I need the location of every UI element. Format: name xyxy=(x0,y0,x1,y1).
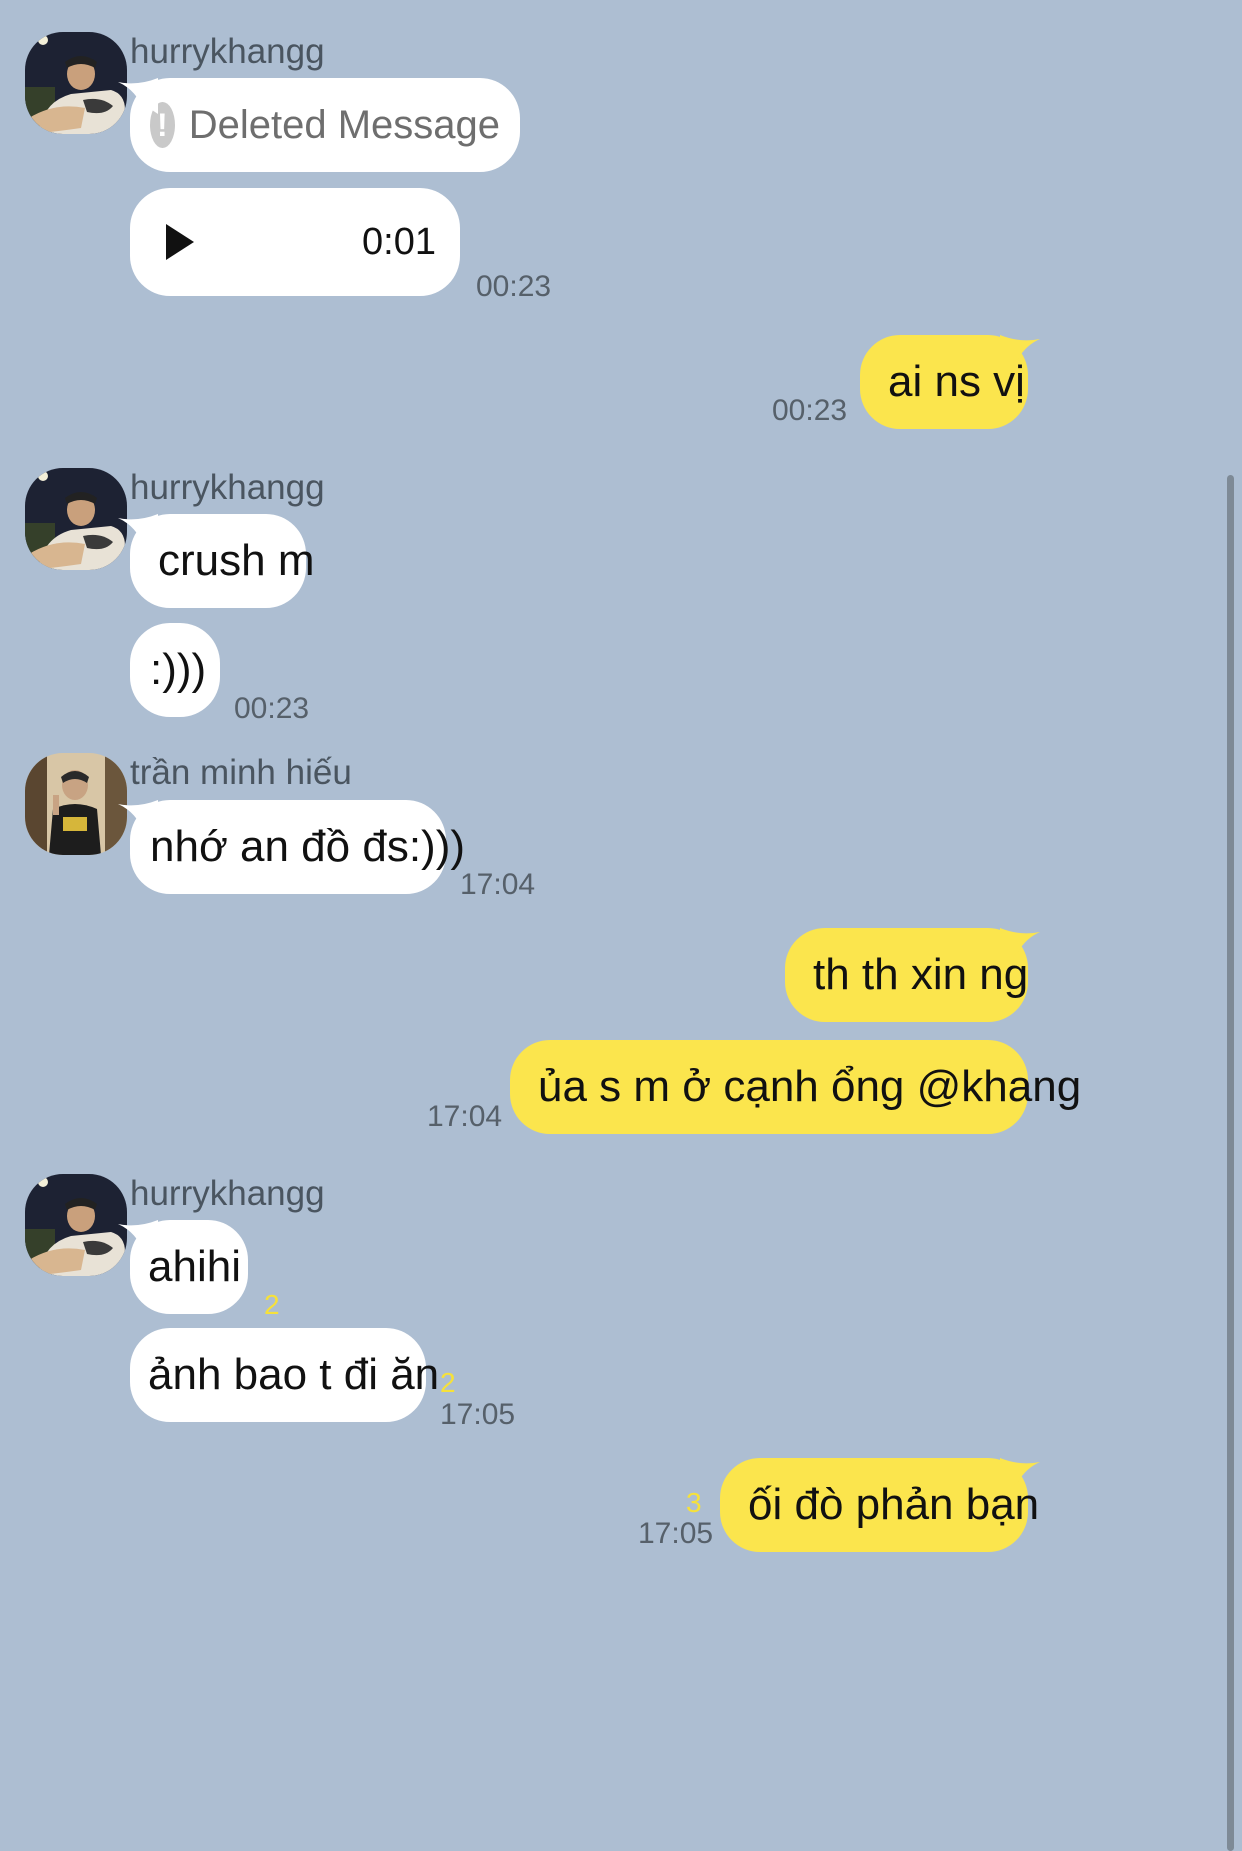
incoming-message-bubble[interactable]: crush m xyxy=(130,514,314,608)
bubble-tail xyxy=(1000,335,1040,371)
avatar[interactable] xyxy=(25,1174,127,1276)
message-time: 00:23 xyxy=(772,394,848,427)
hurrykhangg-avatar xyxy=(25,1174,127,1276)
sender-name: hurrykhangg xyxy=(130,468,325,507)
incoming-message-bubble[interactable]: nhớ an đồ đs:))) xyxy=(130,800,465,894)
bubble-tail xyxy=(118,800,158,836)
incoming-message-bubble[interactable]: ahihi xyxy=(130,1220,248,1314)
message-time: 17:04 xyxy=(427,1100,503,1133)
message-time: 00:23 xyxy=(476,270,552,303)
incoming-message-bubble[interactable]: :))) xyxy=(130,623,220,717)
voice-duration: 0:01 xyxy=(362,221,436,263)
bubble-tail xyxy=(1000,1458,1040,1494)
bubble-tail xyxy=(1000,928,1040,964)
avatar[interactable] xyxy=(25,468,127,570)
avatar[interactable] xyxy=(25,32,127,134)
play-icon[interactable] xyxy=(166,224,194,260)
outgoing-message-bubble[interactable]: ối đò phản bạn xyxy=(720,1458,1028,1552)
unread-count: 2 xyxy=(264,1289,280,1320)
message-text: crush m xyxy=(158,536,315,585)
message-text: ảnh bao t đi ăn xyxy=(148,1350,440,1399)
hurrykhangg-avatar xyxy=(25,32,127,134)
bubble-tail xyxy=(118,514,158,550)
message-text: ối đò phản bạn xyxy=(748,1480,1040,1529)
unread-count: 3 xyxy=(686,1487,702,1518)
message-text: nhớ an đồ đs:))) xyxy=(150,822,466,871)
voice-message-bubble[interactable]: 0:01 xyxy=(130,188,460,296)
message-text: ủa s m ở cạnh ổng @khang xyxy=(538,1062,1082,1111)
outgoing-message-bubble[interactable]: ủa s m ở cạnh ổng @khang xyxy=(510,1040,1081,1134)
sender-name: hurrykhangg xyxy=(130,1174,325,1213)
message-time: 00:23 xyxy=(234,692,310,725)
outgoing-message-bubble[interactable]: th th xin ng xyxy=(785,928,1028,1022)
avatar[interactable] xyxy=(25,753,127,855)
message-text: :))) xyxy=(150,645,207,694)
message-time: 17:05 xyxy=(440,1398,516,1431)
unread-count: 2 xyxy=(440,1367,456,1398)
message-text: th th xin ng xyxy=(813,950,1029,999)
bubble-tail xyxy=(118,78,158,114)
tran-minh-hieu-avatar xyxy=(25,753,127,855)
sender-name: hurrykhangg xyxy=(130,32,325,71)
message-text: ahihi xyxy=(148,1242,241,1291)
outgoing-message-bubble[interactable]: ai ns vị xyxy=(860,335,1028,429)
incoming-message-bubble[interactable]: ảnh bao t đi ăn xyxy=(130,1328,439,1422)
hurrykhangg-avatar xyxy=(25,468,127,570)
sender-name: trần minh hiếu xyxy=(130,753,352,792)
scrollbar[interactable] xyxy=(1227,475,1234,1851)
message-time: 17:05 xyxy=(638,1517,714,1550)
message-time: 17:04 xyxy=(460,868,536,901)
deleted-message-bubble[interactable]: ! Deleted Message xyxy=(130,78,520,172)
deleted-message-text: Deleted Message xyxy=(188,103,500,147)
bubble-tail xyxy=(118,1220,158,1256)
